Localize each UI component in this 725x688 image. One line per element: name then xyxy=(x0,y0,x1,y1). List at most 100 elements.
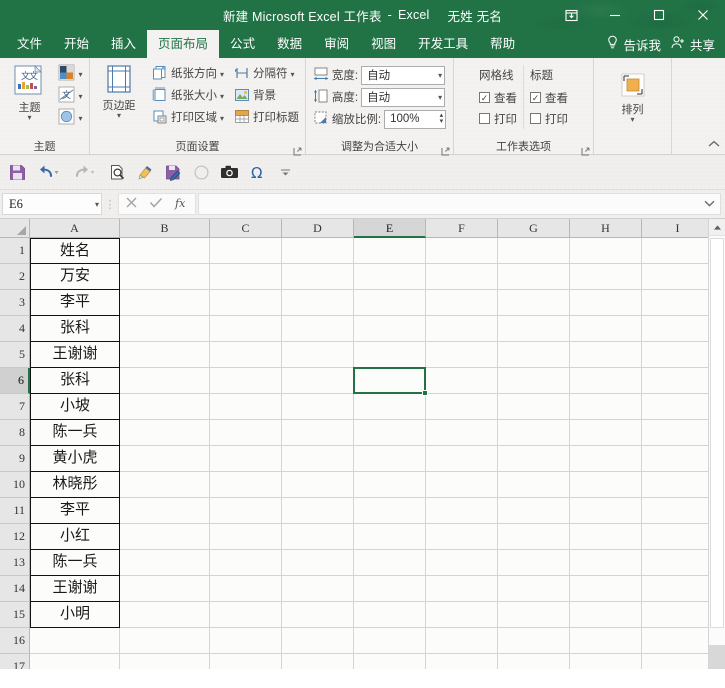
formula-input[interactable] xyxy=(198,193,721,215)
edit-pen-icon[interactable] xyxy=(160,159,186,185)
share-button[interactable]: 共享 xyxy=(671,35,721,54)
cell-I5[interactable] xyxy=(642,342,708,368)
cell-I3[interactable] xyxy=(642,290,708,316)
cell-H2[interactable] xyxy=(570,264,642,290)
row-header-15[interactable]: 15 xyxy=(0,602,30,628)
row-header-17[interactable]: 17 xyxy=(0,654,30,669)
size-button[interactable]: 纸张大小 ▾ xyxy=(149,85,227,107)
scroll-up-arrow-icon[interactable] xyxy=(709,219,725,236)
margins-button[interactable]: 页边距 ▾ xyxy=(93,62,145,120)
cell-B17[interactable] xyxy=(120,654,210,669)
chevron-down-icon[interactable]: ▾ xyxy=(220,70,224,78)
circle-shape-icon[interactable] xyxy=(188,159,214,185)
cell-A10[interactable]: 林晓彤 xyxy=(30,472,120,498)
cell-I6[interactable] xyxy=(642,368,708,394)
chevron-down-icon[interactable]: ▾ xyxy=(291,70,295,78)
cell-B16[interactable] xyxy=(120,628,210,654)
cell-E2[interactable] xyxy=(354,264,426,290)
cell-G16[interactable] xyxy=(498,628,570,654)
row-header-13[interactable]: 13 xyxy=(0,550,30,576)
chevron-down-icon[interactable]: ▾ xyxy=(78,70,82,78)
cell-G2[interactable] xyxy=(498,264,570,290)
cell-C9[interactable] xyxy=(210,446,282,472)
cell-H15[interactable] xyxy=(570,602,642,628)
cell-F1[interactable] xyxy=(426,238,498,264)
tell-me-button[interactable]: 告诉我 xyxy=(606,35,661,54)
tab-developer[interactable]: 开发工具 xyxy=(407,30,479,58)
cell-G9[interactable] xyxy=(498,446,570,472)
row-header-12[interactable]: 12 xyxy=(0,524,30,550)
cell-D13[interactable] xyxy=(282,550,354,576)
cell-G7[interactable] xyxy=(498,394,570,420)
select-all-corner[interactable] xyxy=(0,219,30,238)
cell-D8[interactable] xyxy=(282,420,354,446)
cell-D3[interactable] xyxy=(282,290,354,316)
print-preview-icon[interactable] xyxy=(104,159,130,185)
column-header-I[interactable]: I xyxy=(642,219,708,238)
cell-C4[interactable] xyxy=(210,316,282,342)
cell-H3[interactable] xyxy=(570,290,642,316)
cell-B12[interactable] xyxy=(120,524,210,550)
cell-B5[interactable] xyxy=(120,342,210,368)
cell-C15[interactable] xyxy=(210,602,282,628)
cell-F6[interactable] xyxy=(426,368,498,394)
cell-D2[interactable] xyxy=(282,264,354,290)
cell-G14[interactable] xyxy=(498,576,570,602)
symbol-omega-icon[interactable]: Ω xyxy=(244,159,270,185)
cell-A12[interactable]: 小红 xyxy=(30,524,120,550)
cell-D1[interactable] xyxy=(282,238,354,264)
row-header-4[interactable]: 4 xyxy=(0,316,30,342)
cell-B6[interactable] xyxy=(120,368,210,394)
cell-A15[interactable]: 小明 xyxy=(30,602,120,628)
gridlines-print-checkbox[interactable]: 打印 xyxy=(479,108,517,129)
column-header-B[interactable]: B xyxy=(120,219,210,238)
theme-effects-button[interactable]: ▾ xyxy=(55,107,85,129)
chevron-down-icon[interactable]: ▾ xyxy=(220,92,224,100)
cell-A2[interactable]: 万安 xyxy=(30,264,120,290)
cell-H8[interactable] xyxy=(570,420,642,446)
cell-D4[interactable] xyxy=(282,316,354,342)
row-header-6[interactable]: 6 xyxy=(0,368,30,394)
cell-I4[interactable] xyxy=(642,316,708,342)
cell-G15[interactable] xyxy=(498,602,570,628)
cell-H6[interactable] xyxy=(570,368,642,394)
cell-C1[interactable] xyxy=(210,238,282,264)
cell-B10[interactable] xyxy=(120,472,210,498)
cell-I10[interactable] xyxy=(642,472,708,498)
cell-E1[interactable] xyxy=(354,238,426,264)
cell-A11[interactable]: 李平 xyxy=(30,498,120,524)
cell-F14[interactable] xyxy=(426,576,498,602)
cell-E15[interactable] xyxy=(354,602,426,628)
cell-B4[interactable] xyxy=(120,316,210,342)
customize-qat-icon[interactable] xyxy=(272,159,298,185)
row-header-16[interactable]: 16 xyxy=(0,628,30,654)
scrollbar-track[interactable] xyxy=(709,236,725,645)
cell-F15[interactable] xyxy=(426,602,498,628)
chevron-down-icon[interactable]: ▾ xyxy=(630,116,634,124)
theme-colors-button[interactable]: ▾ xyxy=(55,63,85,85)
cell-C3[interactable] xyxy=(210,290,282,316)
cell-I12[interactable] xyxy=(642,524,708,550)
cell-F17[interactable] xyxy=(426,654,498,669)
chevron-down-icon[interactable]: ▾ xyxy=(78,114,82,122)
cell-G4[interactable] xyxy=(498,316,570,342)
cell-I9[interactable] xyxy=(642,446,708,472)
cell-E9[interactable] xyxy=(354,446,426,472)
ribbon-display-options-icon[interactable] xyxy=(549,0,593,30)
tab-file[interactable]: 文件 xyxy=(6,30,53,58)
cell-G17[interactable] xyxy=(498,654,570,669)
cell-G8[interactable] xyxy=(498,420,570,446)
cell-F8[interactable] xyxy=(426,420,498,446)
column-header-D[interactable]: D xyxy=(282,219,354,238)
cell-B7[interactable] xyxy=(120,394,210,420)
breaks-button[interactable]: 分隔符 ▾ xyxy=(231,63,302,85)
cell-E6[interactable] xyxy=(354,368,426,394)
cell-A13[interactable]: 陈一兵 xyxy=(30,550,120,576)
cell-I1[interactable] xyxy=(642,238,708,264)
cell-D16[interactable] xyxy=(282,628,354,654)
cell-I14[interactable] xyxy=(642,576,708,602)
cell-I8[interactable] xyxy=(642,420,708,446)
cell-G13[interactable] xyxy=(498,550,570,576)
row-header-5[interactable]: 5 xyxy=(0,342,30,368)
cell-A16[interactable] xyxy=(30,628,120,654)
